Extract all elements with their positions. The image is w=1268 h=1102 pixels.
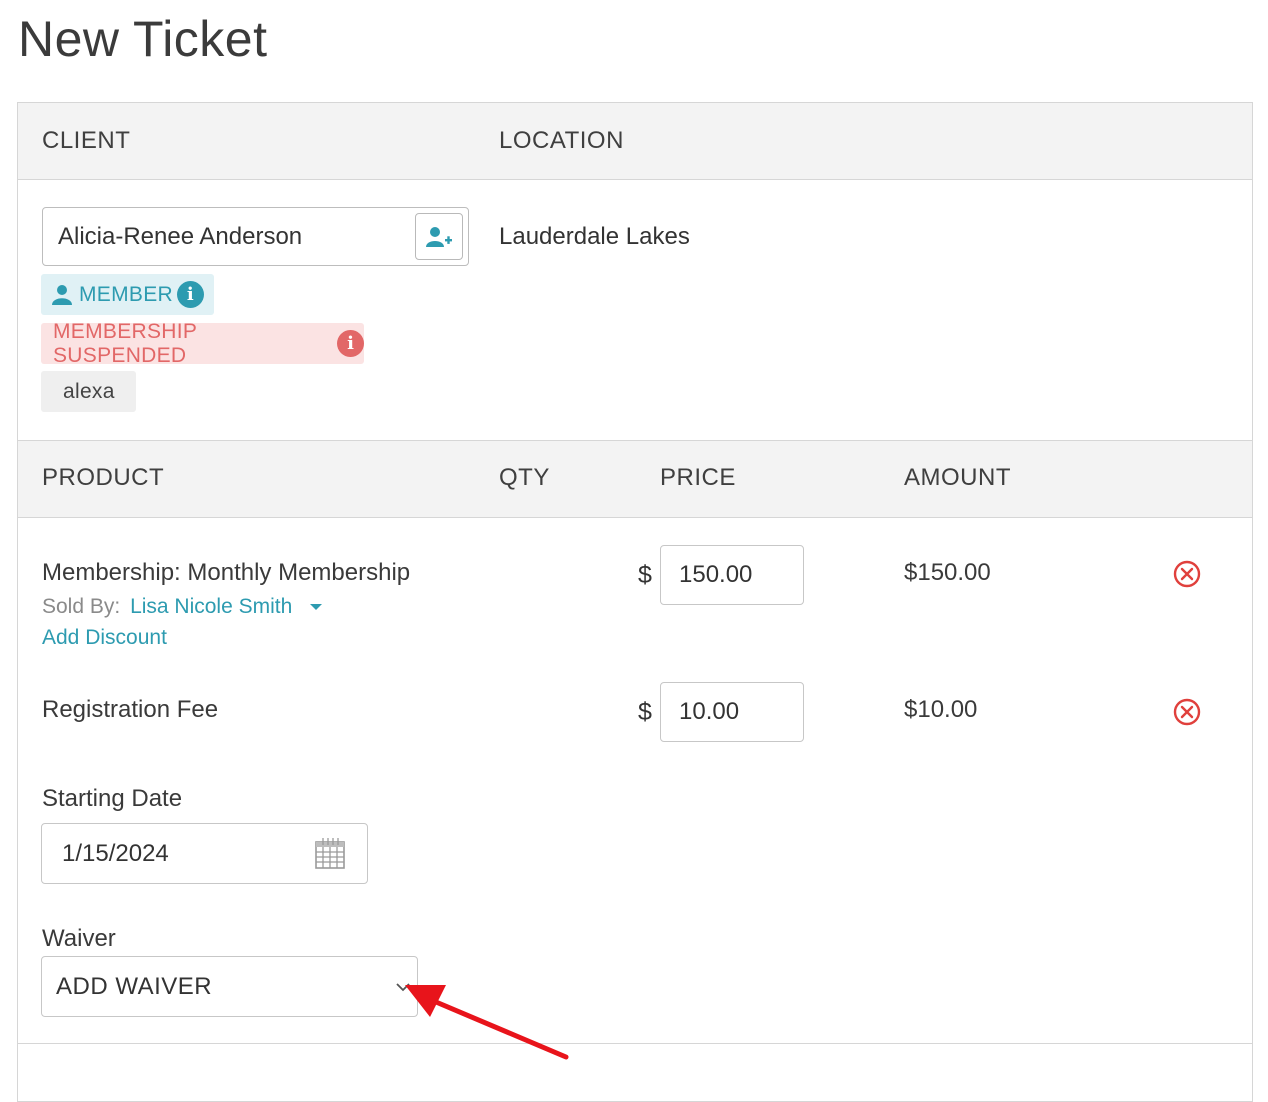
- product-header-row: PRODUCT QTY PRICE AMOUNT: [18, 440, 1252, 518]
- member-info-icon[interactable]: i: [176, 281, 204, 308]
- seller-name: Lisa Nicole Smith: [130, 595, 293, 618]
- price-input[interactable]: 10.00: [660, 682, 804, 742]
- member-badge[interactable]: MEMBER i: [41, 274, 214, 315]
- qty-column-header: QTY: [499, 464, 550, 491]
- sold-by: Sold By: Lisa Nicole Smith: [42, 595, 323, 619]
- currency-symbol: $: [638, 698, 652, 726]
- member-badge-label: MEMBER: [79, 282, 173, 306]
- page-title: New Ticket: [18, 11, 268, 67]
- client-column-header: CLIENT: [42, 127, 131, 154]
- sold-by-label: Sold By:: [42, 595, 121, 618]
- client-field[interactable]: Alicia-Renee Anderson: [42, 207, 469, 266]
- product-column-header: PRODUCT: [42, 464, 165, 491]
- price-input[interactable]: 150.00: [660, 545, 804, 605]
- waiver-label: Waiver: [42, 925, 116, 952]
- chevron-down-icon: [396, 983, 410, 992]
- product-name: Registration Fee: [42, 696, 219, 723]
- user-icon: [52, 284, 72, 305]
- suspended-info-icon[interactable]: i: [337, 330, 364, 357]
- client-name: Alicia-Renee Anderson: [58, 223, 303, 250]
- section-divider: [18, 1043, 1252, 1044]
- location-column-header: LOCATION: [499, 127, 624, 154]
- starting-date-input[interactable]: 1/15/2024: [41, 823, 368, 884]
- seller-dropdown[interactable]: Lisa Nicole Smith: [130, 595, 323, 618]
- location-value: Lauderdale Lakes: [499, 223, 690, 250]
- client-tag-label: alexa: [63, 379, 115, 403]
- amount-column-header: AMOUNT: [904, 464, 1011, 491]
- remove-item-icon[interactable]: [1172, 559, 1202, 589]
- caret-down-icon: [310, 604, 323, 611]
- remove-item-icon[interactable]: [1172, 697, 1202, 727]
- client-tag: alexa: [41, 371, 136, 412]
- waiver-selected: ADD WAIVER: [56, 973, 213, 1000]
- add-user-icon: [426, 226, 452, 247]
- ticket-panel: CLIENT LOCATION Alicia-Renee Anderson La…: [17, 102, 1253, 1102]
- add-client-button[interactable]: [415, 213, 463, 260]
- client-header-row: CLIENT LOCATION: [18, 103, 1252, 180]
- calendar-icon[interactable]: [315, 837, 345, 869]
- add-discount-link[interactable]: Add Discount: [42, 626, 167, 650]
- membership-suspended-badge[interactable]: MEMBERSHIP SUSPENDED i: [41, 320, 364, 367]
- price-column-header: PRICE: [660, 464, 736, 491]
- waiver-select[interactable]: ADD WAIVER: [41, 956, 418, 1017]
- line-amount: $150.00: [904, 559, 991, 586]
- line-amount: $10.00: [904, 696, 978, 723]
- suspended-badge-label: MEMBERSHIP SUSPENDED: [53, 319, 197, 367]
- starting-date-value: 1/15/2024: [62, 840, 169, 867]
- product-name: Membership: Monthly Membership: [42, 559, 411, 586]
- currency-symbol: $: [638, 561, 652, 589]
- starting-date-label: Starting Date: [42, 785, 183, 812]
